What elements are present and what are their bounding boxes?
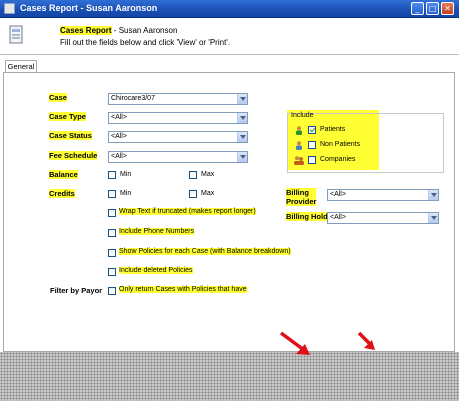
billing-provider-label-line1: Billing	[286, 188, 309, 197]
app-icon	[4, 3, 15, 14]
billing-hold-value: <All>	[330, 214, 346, 221]
credits-max-checkbox[interactable]	[189, 190, 197, 198]
case-status-label: Case Status	[49, 131, 92, 140]
non-patient-icon	[296, 141, 302, 150]
billing-hold-select[interactable]: <All>	[327, 212, 439, 224]
case-value: Chirocare3/07	[111, 95, 155, 102]
case-type-select[interactable]: <All>	[108, 112, 248, 124]
report-name: Cases Report	[60, 26, 112, 35]
case-type-value: <All>	[111, 114, 127, 121]
include-phone-label: Include Phone Numbers	[119, 228, 195, 235]
companies-label: Companies	[320, 156, 356, 163]
filter-by-payor-label: Filter by Payor	[50, 286, 103, 295]
non-patients-label: Non Patients	[320, 141, 361, 148]
billing-hold-label: Billing Hold	[286, 212, 328, 221]
balance-min-checkbox[interactable]	[108, 171, 116, 179]
include-phone-checkbox[interactable]	[108, 229, 116, 237]
fee-schedule-value: <All>	[111, 153, 127, 160]
company-icon	[294, 156, 304, 165]
companies-checkbox[interactable]	[308, 156, 316, 164]
fee-schedule-select[interactable]: <All>	[108, 151, 248, 163]
only-return-cases-checkbox[interactable]	[108, 287, 116, 295]
only-return-cases-label: Only return Cases with Policies that hav…	[119, 286, 247, 293]
balance-label: Balance	[49, 170, 78, 179]
report-patient: - Susan Aaronson	[111, 26, 178, 35]
non-patients-checkbox[interactable]	[308, 141, 316, 149]
billing-provider-dropdown-arrow-icon[interactable]	[428, 190, 438, 200]
include-deleted-policies-label: Include deleted Policies	[119, 267, 193, 274]
window-title: Cases Report - Susan Aaronson	[20, 3, 158, 13]
report-title: Cases Report - Susan Aaronson	[60, 26, 177, 35]
general-panel: Case Chirocare3/07 Case Type <All> Case …	[3, 72, 455, 352]
header-divider	[0, 54, 459, 55]
obscured-area	[0, 352, 459, 401]
billing-provider-label: Billing Provider	[286, 188, 317, 206]
credits-label: Credits	[49, 189, 75, 198]
case-label: Case	[49, 93, 67, 102]
include-title: Include	[291, 112, 314, 119]
patients-label: Patients	[320, 126, 346, 133]
wrap-text-label: Wrap Text if truncated (makes report lon…	[119, 208, 256, 215]
billing-provider-select[interactable]: <All>	[327, 189, 439, 201]
report-icon	[9, 25, 23, 44]
annotation-arrow-icon	[279, 331, 310, 355]
balance-max-checkbox[interactable]	[189, 171, 197, 179]
fee-schedule-label: Fee Schedule	[49, 151, 98, 160]
credits-min-label: Min	[120, 190, 132, 197]
case-select[interactable]: Chirocare3/07	[108, 93, 248, 105]
case-status-dropdown-arrow-icon[interactable]	[237, 132, 247, 142]
billing-provider-label-line2: Provider	[286, 197, 317, 206]
show-policies-checkbox[interactable]	[108, 249, 116, 257]
cases-report-window: Cases Report - Susan Aaronson _ □ ✕ Case…	[0, 0, 459, 401]
annotation-arrow-icon-2	[357, 331, 375, 350]
minimize-button[interactable]: _	[411, 2, 424, 15]
maximize-button[interactable]: □	[426, 2, 439, 15]
report-instructions: Fill out the fields below and click 'Vie…	[60, 38, 231, 47]
close-button[interactable]: ✕	[441, 2, 454, 15]
credits-max-label: Max	[201, 190, 215, 197]
title-bar[interactable]: Cases Report - Susan Aaronson _ □ ✕	[0, 0, 459, 18]
wrap-text-checkbox[interactable]	[108, 209, 116, 217]
case-type-dropdown-arrow-icon[interactable]	[237, 113, 247, 123]
patient-icon	[296, 126, 302, 135]
balance-max-label: Max	[201, 171, 215, 178]
fee-schedule-dropdown-arrow-icon[interactable]	[237, 152, 247, 162]
balance-min-label: Min	[120, 171, 132, 178]
case-status-select[interactable]: <All>	[108, 131, 248, 143]
patients-checkbox[interactable]	[308, 126, 316, 134]
billing-hold-dropdown-arrow-icon[interactable]	[428, 213, 438, 223]
show-policies-label: Show Policies for each Case (with Balanc…	[119, 248, 291, 255]
case-type-label: Case Type	[49, 112, 86, 121]
tab-strip: General	[0, 58, 459, 73]
case-dropdown-arrow-icon[interactable]	[237, 94, 247, 104]
billing-provider-value: <All>	[330, 191, 346, 198]
report-header: Cases Report - Susan Aaronson Fill out t…	[0, 18, 459, 56]
credits-min-checkbox[interactable]	[108, 190, 116, 198]
include-deleted-policies-checkbox[interactable]	[108, 268, 116, 276]
case-status-value: <All>	[111, 133, 127, 140]
